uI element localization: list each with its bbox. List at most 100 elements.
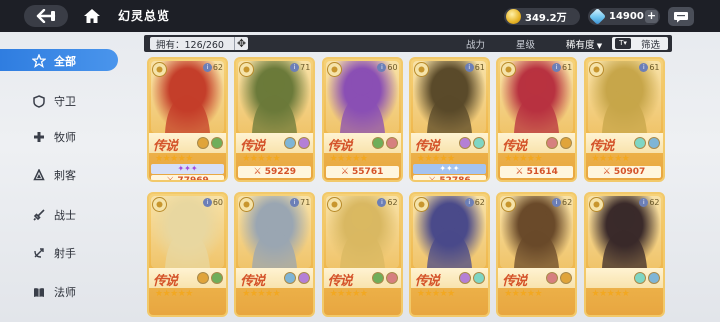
skill-icon [197, 272, 209, 284]
hero-level: i 62 [639, 198, 660, 207]
hero-card[interactable]: i 61 传说 ★★★★★ ⚔ 51614 [496, 57, 578, 182]
hero-level-value: 61 [474, 63, 485, 72]
sidebar-item-warrior[interactable]: 战士 [32, 204, 76, 226]
hero-level: i 60 [202, 198, 223, 207]
hero-card[interactable]: i 62 ★★★★★ [583, 192, 665, 317]
hero-card[interactable]: i 61 传说 ★★★★★ ⚔ 50907 [583, 57, 665, 182]
gem-icon [589, 8, 606, 25]
star-rating: ★★★★★ [591, 289, 630, 299]
level-icon: i [464, 63, 474, 72]
rarity-label: 传说 [589, 139, 615, 154]
skill-icon [211, 272, 223, 284]
skill-icon [458, 272, 471, 284]
hero-level-value: 60 [387, 63, 398, 72]
sort-rarity-label: 稀有度 [566, 40, 595, 51]
level-icon: i [377, 198, 387, 207]
gold-amount: 349.2万 [525, 13, 567, 24]
power-value: ⚔ 51614 [500, 166, 574, 178]
sort-rarity-tab[interactable]: 稀有度 ▼ [566, 37, 602, 51]
sidebar-item-priest[interactable]: 牧师 [32, 126, 76, 148]
rarity-label: 传说 [327, 139, 353, 154]
level-icon: i [377, 63, 387, 72]
rarity-label: 传说 [153, 274, 178, 289]
hero-card[interactable]: i 61 传说 ★★★★★ ✦✦✦ ⚔ 52786 [408, 57, 490, 182]
sidebar-item-mage[interactable]: 法师 [32, 281, 76, 303]
faction-icon [152, 62, 167, 77]
sidebar-item-archer[interactable]: 射手 [32, 242, 76, 264]
gem-resource: 14900 + [588, 8, 660, 25]
hero-card[interactable]: i 60 传说 ★★★★★ [147, 192, 228, 317]
star-rating: ★★★★★ [504, 289, 543, 299]
hero-card[interactable]: i 62 传说 ★★★★★ ✦✦✦ ⚔ 77969 [147, 57, 228, 182]
sidebar-item-label: 射手 [54, 247, 76, 260]
level-icon: i [202, 63, 212, 72]
gold-resource: 349.2万 [504, 8, 580, 25]
add-gems-button[interactable]: + [645, 10, 658, 23]
skill-icon [633, 272, 646, 284]
faction-icon [326, 62, 342, 77]
skill-icon [385, 272, 398, 284]
star-rating: ★★★★★ [416, 289, 455, 299]
star-rating: ★★★★★ [329, 289, 368, 299]
skill-icon [472, 272, 485, 284]
bow-icon [32, 246, 46, 260]
sort-power-tab[interactable]: 战力 [466, 37, 485, 51]
hero-level-value: 60 [212, 198, 223, 207]
hero-card[interactable]: i 71 传说 ★★★★★ [234, 192, 316, 317]
hero-level: i 71 [290, 198, 310, 207]
gem-amount: 14900 [609, 11, 644, 22]
level-icon: i [290, 63, 300, 72]
page-title: 幻灵总览 [118, 9, 171, 23]
hero-card[interactable]: i 71 传说 ★★★★★ ⚔ 59229 [234, 57, 316, 182]
hero-level-value: 62 [474, 198, 485, 207]
rarity-label: 传说 [327, 274, 353, 289]
filter-label: 筛选 [641, 39, 661, 51]
hero-level: i 61 [639, 63, 660, 72]
awaken-stars: ✦✦✦ [412, 164, 486, 174]
star-rating: ★★★★★ [591, 154, 630, 164]
sidebar-item-label: 全部 [54, 55, 76, 68]
book-icon [32, 285, 46, 299]
level-icon: i [202, 198, 212, 207]
sidebar-item-assassin[interactable]: 刺客 [32, 164, 76, 186]
sidebar-item-all[interactable]: 全部 [31, 53, 76, 69]
level-icon: i [290, 198, 300, 207]
cross-icon [32, 130, 46, 144]
hero-level-value: 71 [300, 63, 311, 72]
level-icon: i [639, 63, 649, 72]
star-rating: ★★★★★ [416, 154, 455, 164]
star-rating: ★★★★★ [504, 154, 543, 164]
power-value: ⚔ 77969 [151, 175, 224, 180]
filter-button[interactable]: T▾ 筛选 [612, 37, 668, 51]
skill-icon [371, 272, 384, 284]
faction-icon [152, 197, 167, 212]
skill-icon [458, 137, 471, 149]
back-button[interactable] [24, 5, 68, 27]
faction-icon [588, 197, 604, 212]
hero-card[interactable]: i 60 传说 ★★★★★ ⚔ 55761 [321, 57, 403, 182]
hero-card[interactable]: i 62 传说 ★★★★★ [321, 192, 403, 317]
chevron-down-icon: ▼ [594, 42, 603, 50]
faction-icon [326, 197, 342, 212]
sidebar-item-label: 牧师 [54, 131, 76, 144]
sort-level-tab[interactable]: 星级 [516, 37, 535, 51]
hero-level: i 62 [464, 198, 485, 207]
level-icon: i [639, 198, 649, 207]
rarity-label: 传说 [240, 274, 265, 289]
hero-level: i 71 [290, 63, 310, 72]
hero-level: i 62 [552, 198, 572, 207]
hero-level: i 61 [552, 63, 572, 72]
home-button[interactable] [78, 5, 106, 27]
sword-icon [32, 208, 46, 222]
hero-card[interactable]: i 62 传说 ★★★★★ [496, 192, 578, 317]
hero-level-value: 62 [649, 198, 660, 207]
sidebar-item-guardian[interactable]: 守卫 [32, 90, 76, 112]
power-value: ⚔ 50907 [587, 166, 661, 178]
sidebar-item-label: 守卫 [54, 95, 76, 108]
expand-icon[interactable]: ✥ [234, 37, 248, 50]
star-rating: ★★★★★ [242, 154, 281, 164]
hero-card[interactable]: i 62 传说 ★★★★★ [408, 192, 490, 317]
owned-count[interactable]: 拥有：126/260 ✥ [150, 37, 248, 51]
chat-button[interactable] [668, 7, 694, 26]
hero-level: i 60 [377, 63, 398, 72]
